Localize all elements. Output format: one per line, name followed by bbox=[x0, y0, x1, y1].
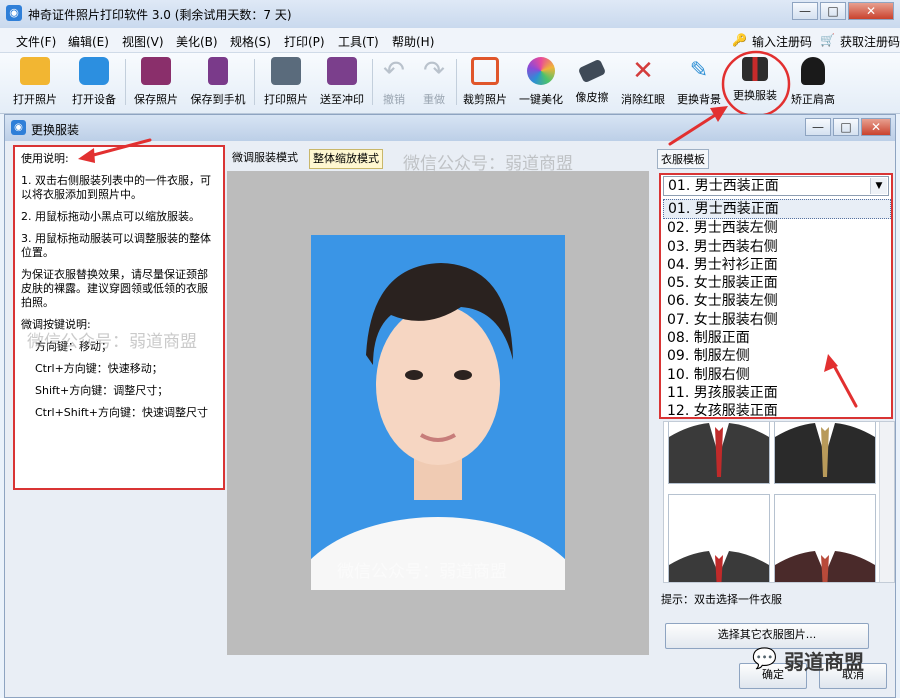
tab-zoom-mode[interactable]: 整体缩放模式 bbox=[309, 149, 383, 169]
main-title-bar: ◉ 神奇证件照片打印软件 3.0 (剩余试用天数：7 天) — □ ✕ bbox=[0, 0, 900, 29]
app-title: 神奇证件照片打印软件 3.0 (剩余试用天数：7 天) bbox=[28, 8, 292, 22]
remove-redeye-icon: ✕ bbox=[632, 56, 654, 86]
key-icon: 🔑 bbox=[732, 33, 747, 47]
save-to-phone-button[interactable]: 保存到手机 bbox=[186, 55, 250, 111]
print-shop-icon bbox=[327, 57, 357, 85]
menu-file[interactable]: 文件(F) bbox=[16, 33, 56, 50]
eraser-button[interactable]: 像皮擦 bbox=[570, 55, 614, 111]
highlight-circle bbox=[721, 50, 791, 118]
key-hint: Ctrl+方向键：快速移动； bbox=[35, 362, 163, 375]
buy-link[interactable]: 获取注册码 bbox=[840, 33, 900, 50]
redo-icon: ↷ bbox=[423, 56, 445, 86]
key-hint: Ctrl+Shift+方向键：快速调整尺寸 bbox=[35, 406, 209, 419]
template-option[interactable]: 01. 男士西装正面 bbox=[663, 199, 891, 220]
crop-icon bbox=[471, 57, 499, 85]
undo-icon: ↶ bbox=[383, 56, 405, 86]
dialog-minimize-button[interactable]: — bbox=[805, 118, 831, 136]
clothes-thumbnail[interactable] bbox=[774, 494, 876, 582]
toolbar: 打开照片 打开设备 保存照片 保存到手机 打印照片 送至冲印 ↶ 撤销 ↷ 重做… bbox=[0, 50, 900, 118]
menu-tools[interactable]: 工具(T) bbox=[338, 33, 379, 50]
template-option[interactable]: 12. 女孩服装正面 bbox=[663, 402, 891, 420]
dialog-title-bar: ◉ 更换服装 — □ ✕ bbox=[5, 115, 895, 141]
logo-watermark-text: 弱道商盟 bbox=[784, 650, 864, 674]
watermark: 微信公众号：弱道商盟 bbox=[27, 332, 197, 352]
cart-icon: 🛒 bbox=[820, 33, 835, 47]
app-logo-icon: ◉ bbox=[6, 5, 22, 21]
template-option[interactable]: 05. 女士服装正面 bbox=[663, 274, 891, 292]
instruction-step1: 1. 双击右侧服装列表中的一件衣服，可以将衣服添加到照片中。 bbox=[21, 174, 211, 201]
template-option[interactable]: 08. 制服正面 bbox=[663, 329, 891, 347]
clothes-panel: 衣服模板 01. 男士西装正面 ▼ 01. 男士西装正面 02. 男士西装左侧 … bbox=[655, 145, 895, 655]
camera-icon bbox=[79, 57, 109, 85]
clothes-template-dropdown[interactable]: 01. 男士西装正面 ▼ 01. 男士西装正面 02. 男士西装左侧 03. 男… bbox=[659, 173, 893, 419]
eraser-icon bbox=[577, 58, 607, 84]
photo-canvas[interactable]: 微信公众号：弱道商盟 bbox=[227, 171, 649, 655]
watermark: 微信公众号：弱道商盟 bbox=[337, 562, 507, 582]
dialog-logo-icon: ◉ bbox=[11, 120, 26, 135]
menu-view[interactable]: 视图(V) bbox=[122, 33, 164, 50]
menu-beautify[interactable]: 美化(B) bbox=[176, 33, 218, 50]
template-select[interactable]: 01. 男士西装正面 ▼ bbox=[663, 176, 889, 196]
phone-save-icon bbox=[208, 57, 228, 85]
instructions-heading: 使用说明: bbox=[21, 152, 69, 165]
template-option-list: 01. 男士西装正面 02. 男士西装左侧 03. 男士西装右侧 04. 男士衬… bbox=[663, 199, 891, 421]
chevron-down-icon[interactable]: ▼ bbox=[870, 178, 887, 194]
template-option[interactable]: 06. 女士服装左侧 bbox=[663, 292, 891, 310]
wechat-logo-icon: 💬 bbox=[752, 646, 777, 670]
close-button[interactable]: ✕ bbox=[848, 2, 894, 20]
clothes-thumbnail[interactable] bbox=[668, 494, 770, 582]
instruction-step3: 3. 用鼠标拖动服装可以调整服装的整体位置。 bbox=[21, 232, 211, 259]
menu-help[interactable]: 帮助(H) bbox=[392, 33, 434, 50]
send-to-print-button[interactable]: 送至冲印 bbox=[314, 55, 370, 111]
minimize-button[interactable]: — bbox=[792, 2, 818, 20]
clothes-thumbnail[interactable] bbox=[668, 422, 770, 484]
print-photo-button[interactable]: 打印照片 bbox=[258, 55, 314, 111]
template-option[interactable]: 11. 男孩服装正面 bbox=[663, 384, 891, 402]
instruction-note: 为保证衣服替换效果，请尽量保证颈部皮肤的裸露。建议穿圆领或低领的衣服拍照。 bbox=[21, 268, 208, 309]
dialog-maximize-button[interactable]: □ bbox=[833, 118, 859, 136]
tab-fine-tune-mode[interactable]: 微调服装模式 bbox=[229, 149, 301, 167]
thumbnail-scrollbar[interactable] bbox=[879, 422, 894, 582]
correct-shoulder-button[interactable]: 矫正肩高 bbox=[786, 55, 840, 111]
undo-button[interactable]: ↶ 撤销 bbox=[374, 55, 414, 111]
remove-redeye-button[interactable]: ✕ 消除红眼 bbox=[616, 55, 670, 111]
paint-brush-icon: ✎ bbox=[689, 58, 709, 83]
open-photo-button[interactable]: 打开照片 bbox=[6, 55, 64, 111]
template-option[interactable]: 09. 制服左侧 bbox=[663, 347, 891, 365]
printer-icon bbox=[271, 57, 301, 85]
portrait-figure bbox=[311, 263, 565, 590]
clothes-thumbnail-grid bbox=[663, 421, 895, 583]
change-background-button[interactable]: ✎ 更换背景 bbox=[672, 55, 726, 111]
clothes-template-tab[interactable]: 衣服模板 bbox=[657, 149, 709, 169]
maximize-button[interactable]: □ bbox=[820, 2, 846, 20]
menu-edit[interactable]: 编辑(E) bbox=[68, 33, 109, 50]
instruction-step2: 2. 用鼠标拖动小黑点可以缩放服装。 bbox=[21, 210, 200, 223]
key-hint: Shift+方向键：调整尺寸； bbox=[35, 384, 169, 397]
dialog-close-button[interactable]: ✕ bbox=[861, 118, 891, 136]
change-clothes-dialog: ◉ 更换服装 — □ ✕ 使用说明: 1. 双击右侧服装列表中的一件衣服，可以将… bbox=[4, 114, 896, 698]
menu-print[interactable]: 打印(P) bbox=[284, 33, 325, 50]
dialog-title: 更换服装 bbox=[31, 123, 80, 137]
open-device-button[interactable]: 打开设备 bbox=[66, 55, 122, 111]
template-select-value: 01. 男士西装正面 bbox=[668, 178, 779, 194]
color-wheel-icon bbox=[527, 57, 555, 85]
auto-beautify-button[interactable]: 一键美化 bbox=[514, 55, 568, 111]
save-photo-button[interactable]: 保存照片 bbox=[128, 55, 184, 111]
folder-open-icon bbox=[20, 57, 50, 85]
shoulder-icon bbox=[801, 57, 825, 85]
template-option[interactable]: 02. 男士西装左侧 bbox=[663, 219, 891, 237]
template-option[interactable]: 04. 男士衬衫正面 bbox=[663, 256, 891, 274]
redo-button[interactable]: ↷ 重做 bbox=[414, 55, 454, 111]
crop-photo-button[interactable]: 裁剪照片 bbox=[458, 55, 512, 111]
save-disk-icon bbox=[141, 57, 171, 85]
template-option[interactable]: 10. 制服右侧 bbox=[663, 366, 891, 384]
register-link[interactable]: 输入注册码 bbox=[752, 33, 812, 50]
menu-spec[interactable]: 规格(S) bbox=[230, 33, 271, 50]
template-option[interactable]: 03. 男士西装右侧 bbox=[663, 238, 891, 256]
hint-text: 提示：双击选择一件衣服 bbox=[661, 593, 782, 606]
template-option[interactable]: 07. 女士服装右侧 bbox=[663, 311, 891, 329]
portrait-photo[interactable]: 微信公众号：弱道商盟 bbox=[311, 235, 565, 590]
clothes-thumbnail[interactable] bbox=[774, 422, 876, 484]
instructions-panel: 使用说明: 1. 双击右侧服装列表中的一件衣服，可以将衣服添加到照片中。 2. … bbox=[13, 145, 225, 490]
